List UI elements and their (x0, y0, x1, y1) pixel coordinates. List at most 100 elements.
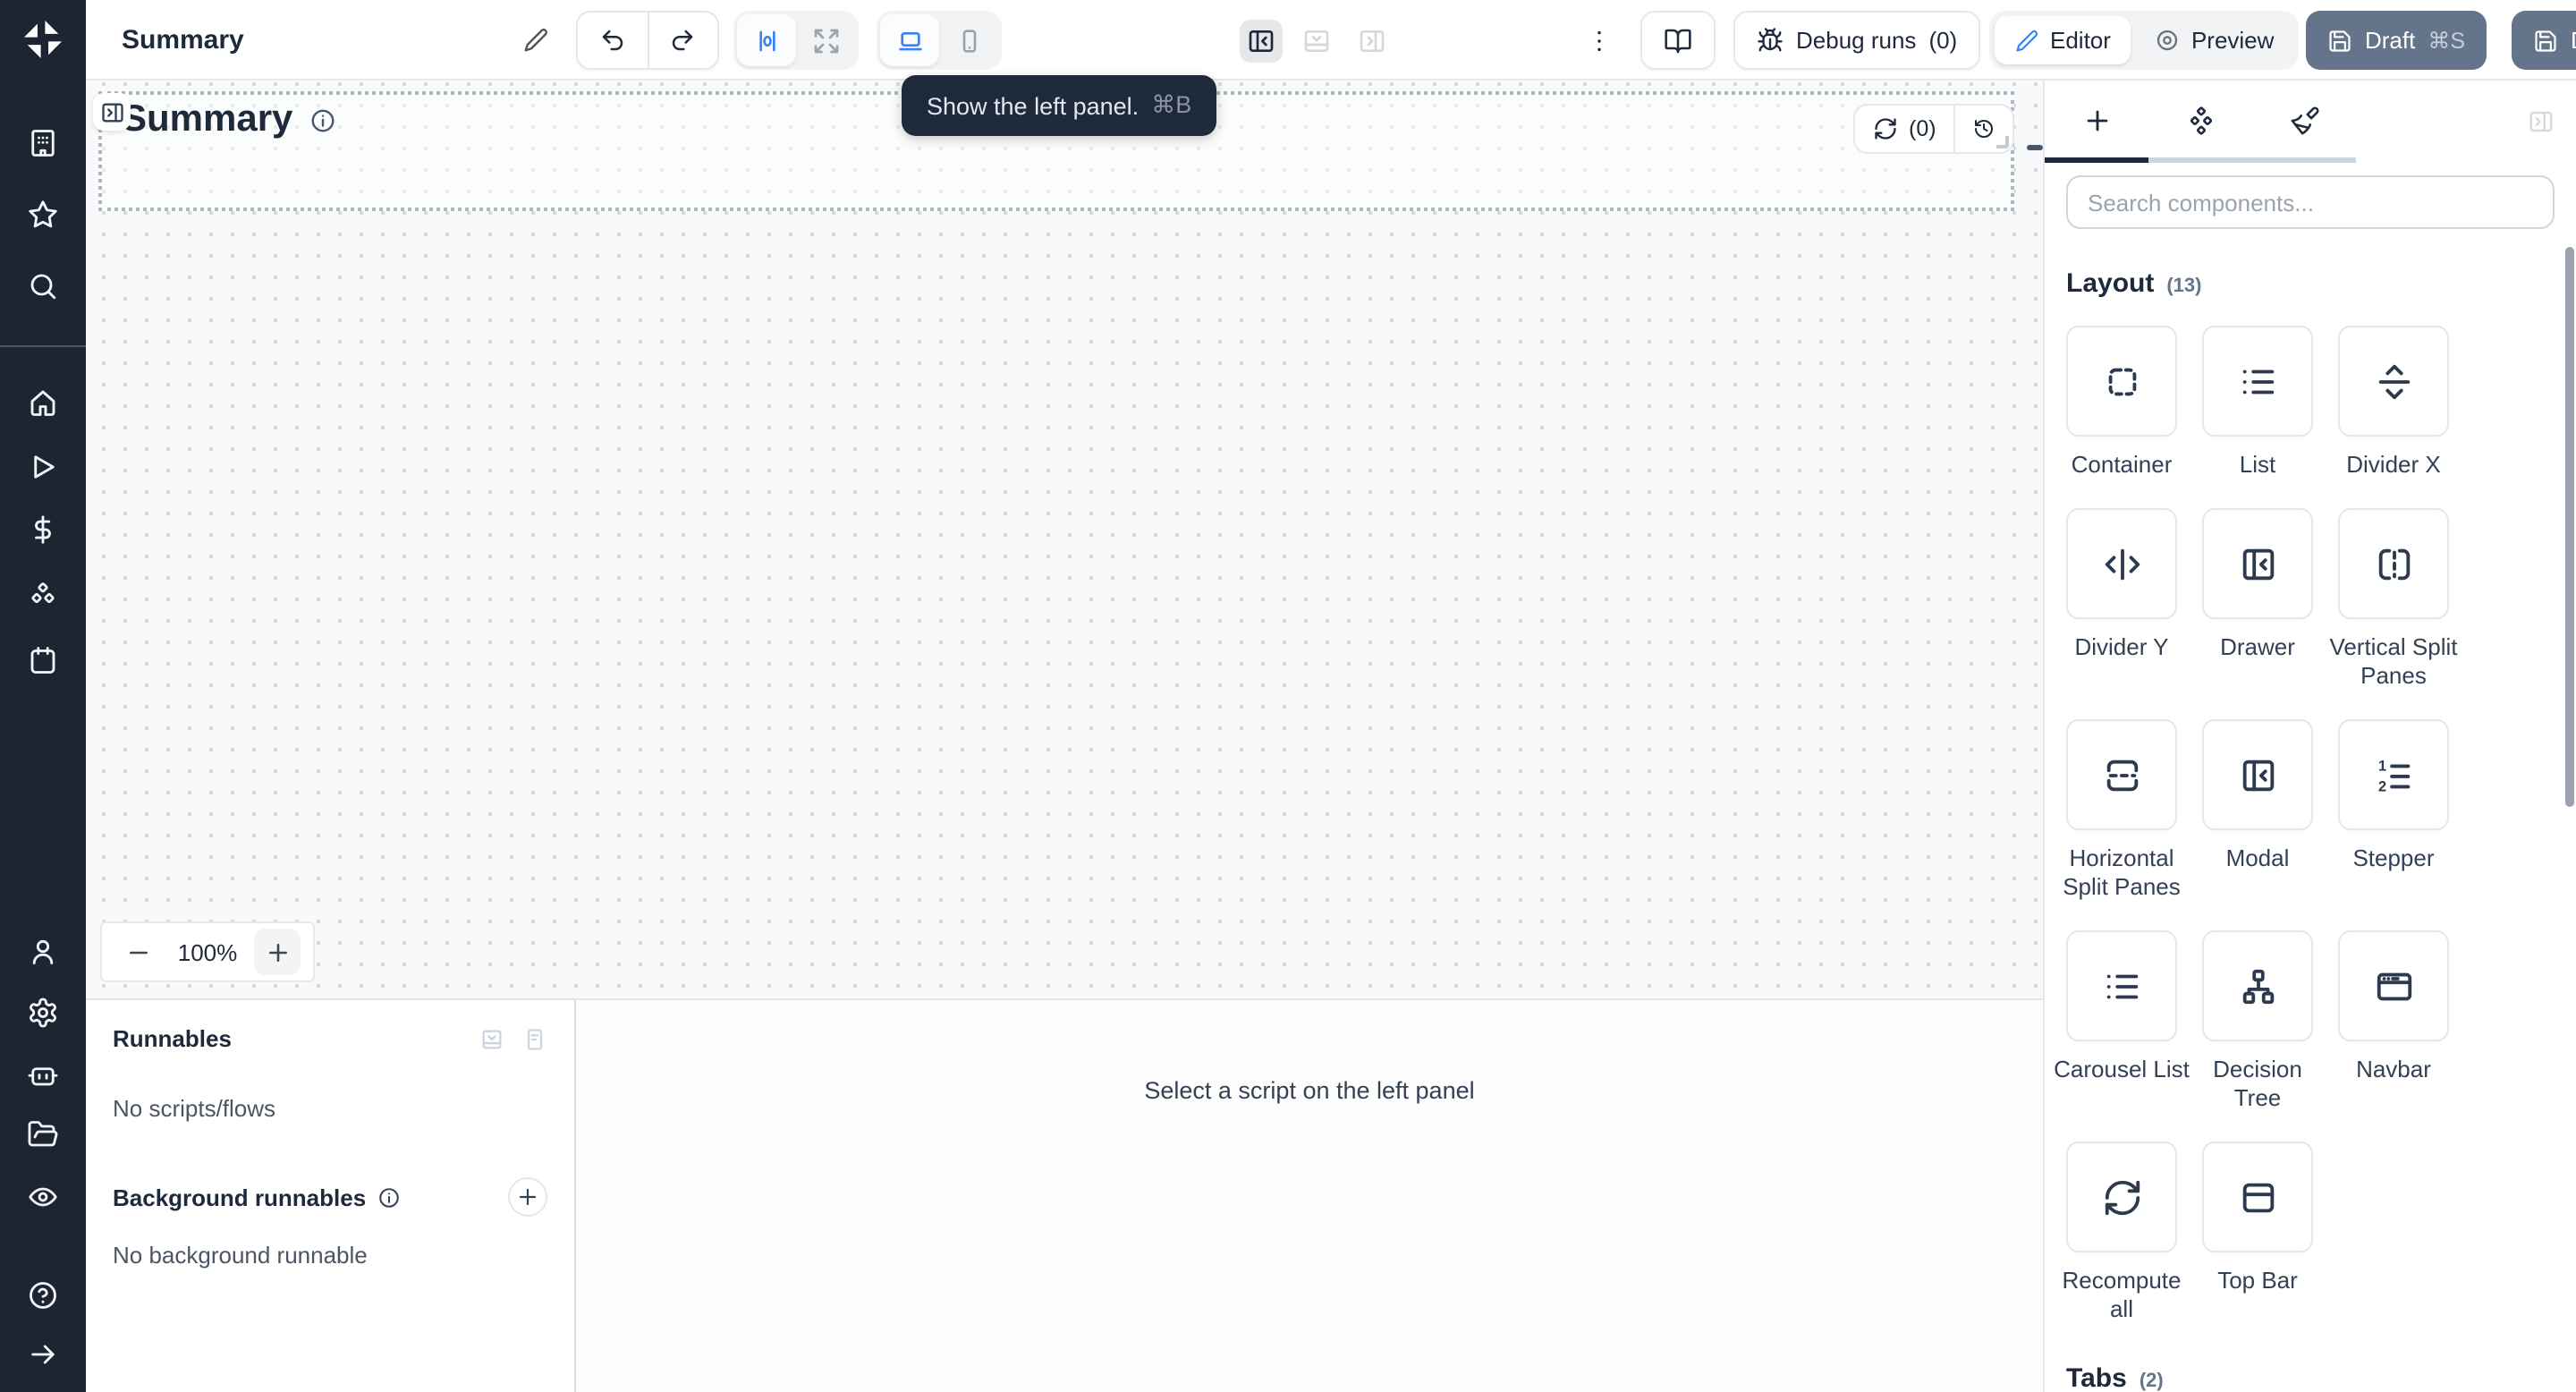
component-card[interactable]: Divider Y (2066, 508, 2177, 662)
editor-label: Editor (2050, 27, 2111, 54)
component-label: Divider Y (2054, 633, 2190, 662)
toggle-left-panel-icon[interactable] (1240, 19, 1283, 62)
component-card[interactable]: Top Bar (2202, 1142, 2313, 1295)
debug-runs-label: Debug runs (1796, 27, 1916, 54)
refresh-all-button[interactable]: (0) (1855, 106, 1954, 152)
more-menu-icon[interactable] (1585, 11, 1614, 70)
component-card[interactable]: Decision Tree (2202, 930, 2313, 1113)
resources-boxes-icon[interactable] (27, 580, 59, 612)
zoom-level: 100% (178, 938, 238, 965)
component-label: Recompute all (2054, 1267, 2190, 1324)
svg-text:1: 1 (2377, 757, 2385, 773)
windmill-app-editor: Summary (0, 0, 2576, 1392)
zoom-out-minus-icon[interactable] (114, 929, 161, 975)
toggle-right-panel-icon[interactable] (1351, 19, 1394, 62)
app-canvas[interactable]: Summary (0) (86, 81, 2043, 998)
tab-preview[interactable]: Preview (2134, 16, 2294, 64)
divider-x-icon (2338, 326, 2449, 437)
component-card[interactable]: Horizontal Split Panes (2066, 719, 2177, 902)
centered-width-icon[interactable] (737, 14, 796, 66)
component-card[interactable]: Navbar (2338, 930, 2449, 1084)
background-empty-text: No background runnable (113, 1242, 547, 1269)
workspace-icon[interactable] (27, 127, 59, 159)
info-icon[interactable] (309, 106, 335, 133)
resize-corner[interactable] (1997, 136, 2010, 149)
vsplit-icon (2338, 508, 2449, 619)
audit-eye-icon[interactable] (27, 1181, 59, 1213)
favorites-star-icon[interactable] (27, 199, 59, 231)
windmill-logo-icon[interactable] (20, 16, 66, 63)
search-components-input[interactable] (2066, 175, 2555, 229)
debug-runs-count: (0) (1928, 27, 1957, 54)
refresh-count: (0) (1909, 116, 1936, 141)
tab-editor[interactable]: Editor (1995, 16, 2131, 64)
desktop-laptop-icon[interactable] (880, 14, 939, 66)
schedules-calendar-icon[interactable] (27, 644, 59, 676)
section-title: Layout (2066, 268, 2154, 299)
expand-rail-arrow-icon[interactable] (27, 1338, 59, 1371)
component-card[interactable]: Divider X (2338, 326, 2449, 480)
variables-dollar-icon[interactable] (27, 514, 59, 546)
runnables-panel: Runnables No scripts/flows (86, 1000, 576, 1392)
help-icon[interactable] (27, 1279, 59, 1311)
undo-icon[interactable] (578, 27, 647, 54)
search-icon[interactable] (27, 270, 59, 302)
drawer-icon (2202, 508, 2313, 619)
component-card[interactable]: Vertical Split Panes (2338, 508, 2449, 691)
edit-title-pencil-icon[interactable] (522, 11, 549, 70)
workers-robot-icon[interactable] (27, 1057, 59, 1090)
folders-icon[interactable] (27, 1118, 59, 1150)
component-card[interactable]: Recompute all (2066, 1142, 2177, 1324)
collapse-runnables-icon[interactable] (479, 1026, 504, 1051)
component-card[interactable]: Modal (2202, 719, 2313, 873)
components-panel: Layout(13) ContainerListDivider X Divider … (2043, 81, 2576, 1392)
component-card[interactable]: Container (2066, 326, 2177, 480)
section-heading: Tabs(2) (2066, 1363, 2555, 1392)
tooltip-shortcut: ⌘B (1151, 91, 1191, 120)
home-icon[interactable] (27, 386, 59, 419)
full-width-expand-icon[interactable] (796, 14, 855, 66)
tab-components-diamonds-icon[interactable] (2148, 81, 2252, 161)
component-card[interactable]: 12Stepper (2338, 719, 2449, 873)
canvas-title: Summary (122, 98, 292, 141)
canvas-zoom-widget: 100% (100, 921, 315, 982)
draft-shortcut: ⌘S (2428, 27, 2465, 54)
panel-resize-handle[interactable] (2027, 145, 2043, 150)
draft-button[interactable]: Draft ⌘S (2306, 11, 2487, 70)
component-card[interactable]: Drawer (2202, 508, 2313, 662)
collapse-panel-icon[interactable] (2528, 107, 2555, 134)
editor-preview-toggle: Editor Preview (1989, 11, 2299, 70)
redo-icon[interactable] (648, 27, 717, 54)
runnables-empty-text: No scripts/flows (113, 1095, 547, 1122)
toggle-bottom-panel-icon[interactable] (1295, 19, 1338, 62)
deploy-button[interactable]: Deploy (2512, 11, 2576, 70)
user-icon[interactable] (27, 936, 59, 968)
history-button[interactable] (1956, 106, 2013, 152)
tab-theme-paintbrush-icon[interactable] (2252, 81, 2356, 161)
tab-insert-plus-icon[interactable] (2045, 81, 2148, 161)
component-card[interactable]: Carousel List (2066, 930, 2177, 1084)
runnables-doc-icon[interactable] (522, 1026, 547, 1051)
component-grid: ContainerListDivider X Divider YDrawerVer… (2066, 326, 2555, 1324)
section-title: Tabs (2066, 1363, 2127, 1392)
runs-play-icon[interactable] (27, 451, 59, 483)
panel-scrollbar[interactable] (2565, 247, 2574, 807)
bottom-panel: Runnables No scripts/flows (86, 998, 2043, 1392)
section-heading: Layout(13) (2066, 268, 2555, 299)
components-sections: Layout(13) ContainerListDivider X Divider … (2066, 268, 2555, 1392)
component-card[interactable]: List (2202, 326, 2313, 480)
modal-icon (2202, 719, 2313, 830)
debug-runs-button[interactable]: Debug runs (0) (1733, 11, 1980, 70)
mobile-phone-icon[interactable] (939, 14, 998, 66)
open-right-panel-icon[interactable] (93, 93, 131, 131)
add-background-runnable-button[interactable] (508, 1177, 547, 1217)
canvas-summary-heading: Summary (122, 98, 335, 141)
app-title: Summary (122, 11, 244, 70)
docs-book-button[interactable] (1640, 11, 1716, 70)
settings-gear-icon[interactable] (27, 997, 59, 1029)
rail-divider (0, 345, 86, 347)
zoom-in-plus-icon[interactable] (254, 929, 301, 975)
draft-label: Draft (2365, 27, 2415, 54)
stepper-icon: 12 (2338, 719, 2449, 830)
component-label: Decision Tree (2190, 1056, 2326, 1113)
